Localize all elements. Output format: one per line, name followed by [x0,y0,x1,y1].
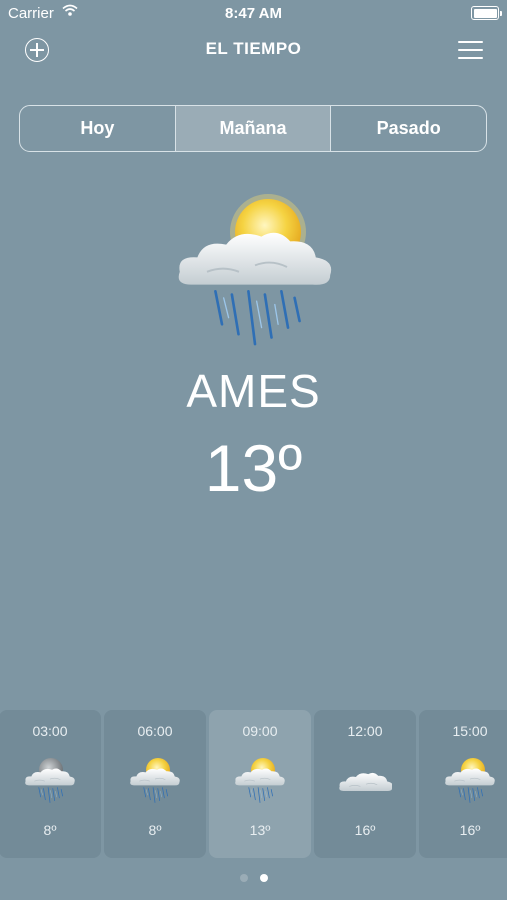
navigation-bar: EL TIEMPO [0,26,507,72]
status-time: 8:47 AM [225,5,282,22]
hourly-temp: 16º [354,822,376,838]
cloud-icon [338,754,394,810]
tab-pasado[interactable]: Pasado [331,106,486,151]
tab-hoy[interactable]: Hoy [20,106,176,151]
hourly-temp: 8º [148,822,162,838]
sun-cloud-rain-icon [233,754,287,810]
sun-cloud-rain-icon [128,754,182,810]
moon-cloud-rain-icon [23,754,77,810]
hourly-card[interactable]: 03:00 8º [0,710,101,858]
hourly-time: 12:00 [347,723,383,739]
sun-cloud-rain-icon [443,754,497,810]
hourly-temp: 13º [249,822,271,838]
hourly-temp: 8º [43,822,57,838]
status-bar: Carrier 8:47 AM [0,0,507,26]
page-dot[interactable] [239,874,248,882]
hourly-forecast[interactable]: 03:00 8º 06:00 8º 09:00 13º 12:00 16º 15… [0,710,507,858]
page-indicator[interactable] [0,874,507,882]
hourly-time: 03:00 [32,723,68,739]
hourly-time: 09:00 [242,723,278,739]
menu-icon[interactable] [458,41,483,60]
tab-manana[interactable]: Mañana [175,106,332,151]
hourly-card[interactable]: 15:00 16º [419,710,507,858]
hourly-time: 06:00 [137,723,173,739]
hourly-card[interactable]: 06:00 8º [104,710,206,858]
app-title: EL TIEMPO [205,39,302,58]
hourly-time: 15:00 [452,723,488,739]
battery-icon [471,6,502,20]
hourly-temp: 16º [459,822,481,838]
hourly-card[interactable]: 12:00 16º [314,710,416,858]
city-name: AMES [186,365,321,417]
current-temperature: 13º [204,431,303,505]
day-selector: Hoy Mañana Pasado [19,105,487,152]
hourly-card-selected[interactable]: 09:00 13º [209,710,311,858]
sun-cloud-rain-icon [170,186,340,361]
page-dot-active[interactable] [259,874,268,882]
